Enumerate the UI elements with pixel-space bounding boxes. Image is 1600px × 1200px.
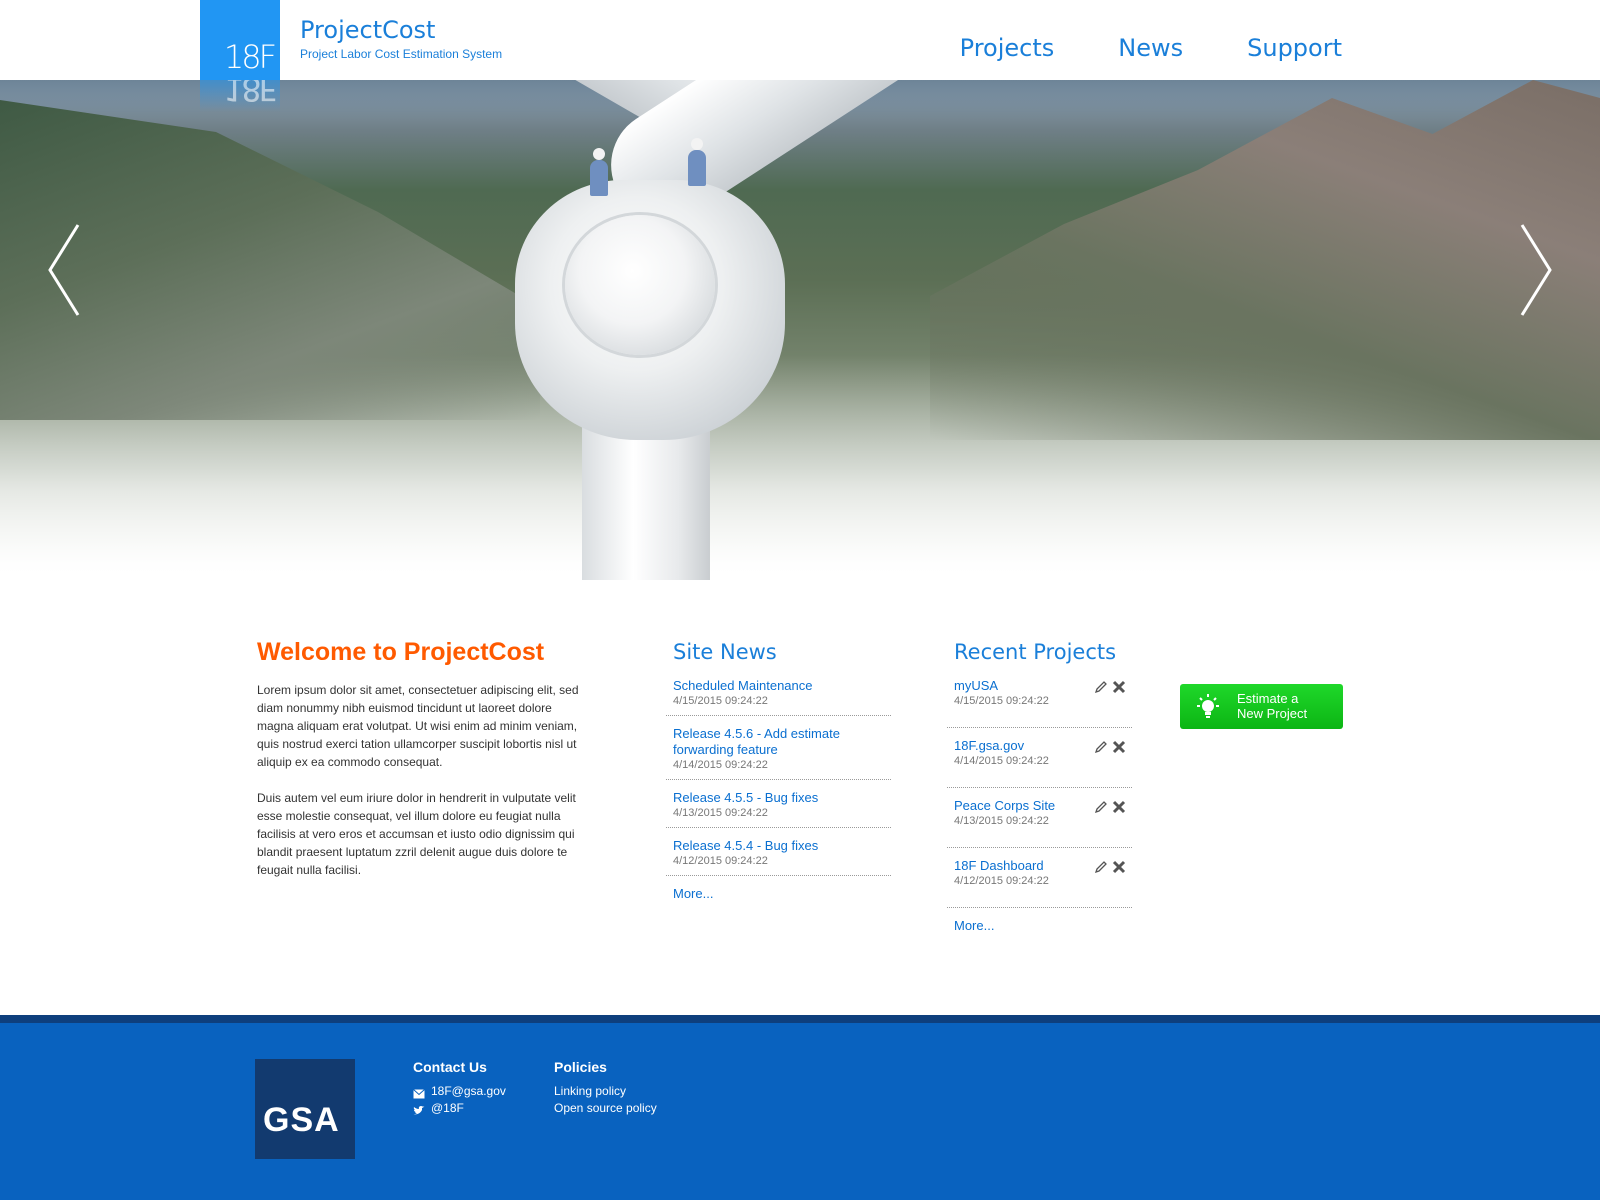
project-item-date: 4/15/2015 09:24:22 xyxy=(954,695,1049,707)
site-news-title: Site News xyxy=(673,640,777,664)
footer-twitter-link[interactable]: @18F xyxy=(413,1100,506,1117)
welcome-title: Welcome to ProjectCost xyxy=(257,638,545,666)
turbine-hub xyxy=(565,215,715,355)
project-item: myUSA 4/15/2015 09:24:22 xyxy=(947,678,1132,728)
news-item-title[interactable]: Release 4.5.5 - Bug fixes xyxy=(673,790,891,806)
footer-twitter-text: @18F xyxy=(431,1101,464,1115)
news-item-title[interactable]: Release 4.5.4 - Bug fixes xyxy=(673,838,891,854)
project-item: 18F Dashboard 4/12/2015 09:24:22 xyxy=(947,858,1132,908)
news-item-title[interactable]: Release 4.5.6 - Add estimate forwarding … xyxy=(673,726,891,758)
project-item: 18F.gsa.gov 4/14/2015 09:24:22 xyxy=(947,738,1132,788)
lightbulb-icon xyxy=(1194,693,1222,721)
project-item: Peace Corps Site 4/13/2015 09:24:22 xyxy=(947,798,1132,848)
site-header: 18F ProjectCost Project Labor Cost Estim… xyxy=(0,0,1600,80)
project-actions xyxy=(1094,860,1126,874)
site-title[interactable]: ProjectCost xyxy=(300,16,435,44)
nav-support[interactable]: Support xyxy=(1247,34,1342,62)
welcome-section: Welcome to ProjectCost Lorem ipsum dolor… xyxy=(257,638,587,897)
footer-policies-title: Policies xyxy=(554,1059,607,1075)
open-source-policy-link[interactable]: Open source policy xyxy=(554,1100,657,1117)
site-news-section: Site News Scheduled Maintenance 4/15/201… xyxy=(666,640,891,901)
project-item-date: 4/13/2015 09:24:22 xyxy=(954,815,1049,827)
project-item-date: 4/12/2015 09:24:22 xyxy=(954,875,1049,887)
footer-policies: Policies Linking policy Open source poli… xyxy=(554,1059,657,1117)
estimate-button-line1: Estimate a xyxy=(1237,691,1299,706)
linking-policy-link[interactable]: Linking policy xyxy=(554,1083,657,1100)
footer-contact-title: Contact Us xyxy=(413,1059,487,1075)
project-actions xyxy=(1094,680,1126,694)
news-item: Scheduled Maintenance 4/15/2015 09:24:22 xyxy=(666,678,891,716)
logo-reflection-text: 18F xyxy=(223,80,274,108)
logo-text: 18F xyxy=(223,38,277,76)
close-icon[interactable] xyxy=(1112,740,1126,754)
envelope-icon xyxy=(413,1087,425,1098)
gsa-logo-text: GSA xyxy=(263,1101,340,1139)
worker-figure xyxy=(688,138,706,186)
nav-projects[interactable]: Projects xyxy=(960,34,1055,62)
project-actions xyxy=(1094,800,1126,814)
pencil-icon[interactable] xyxy=(1094,680,1108,694)
welcome-paragraph: Lorem ipsum dolor sit amet, consectetuer… xyxy=(257,683,579,769)
recent-projects-title: Recent Projects xyxy=(954,640,1117,664)
site-footer: GSA Contact Us 18F@gsa.gov @18F Policies… xyxy=(0,1023,1600,1200)
news-item-date: 4/13/2015 09:24:22 xyxy=(673,807,768,819)
pencil-icon[interactable] xyxy=(1094,740,1108,754)
twitter-icon xyxy=(413,1104,425,1114)
news-item: Release 4.5.5 - Bug fixes 4/13/2015 09:2… xyxy=(666,790,891,828)
nav-news[interactable]: News xyxy=(1118,34,1183,62)
footer-email-text: 18F@gsa.gov xyxy=(431,1084,506,1098)
news-item: Release 4.5.4 - Bug fixes 4/12/2015 09:2… xyxy=(666,838,891,876)
estimate-button-label: Estimate a New Project xyxy=(1237,691,1337,721)
site-subtitle: Project Labor Cost Estimation System xyxy=(300,47,503,61)
main-nav: Projects News Support xyxy=(960,34,1342,62)
welcome-paragraph: Duis autem vel eum iriure dolor in hendr… xyxy=(257,791,576,877)
footer-divider xyxy=(0,1015,1600,1023)
hero-carousel xyxy=(0,80,1600,580)
close-icon[interactable] xyxy=(1112,680,1126,694)
chevron-right-icon[interactable] xyxy=(1510,220,1560,320)
project-item-date: 4/14/2015 09:24:22 xyxy=(954,755,1049,767)
pencil-icon[interactable] xyxy=(1094,860,1108,874)
news-more-link[interactable]: More... xyxy=(673,886,891,901)
footer-contact: Contact Us 18F@gsa.gov @18F xyxy=(413,1059,506,1117)
estimate-button-line2: New Project xyxy=(1237,706,1308,721)
hero-mountain-right xyxy=(930,80,1600,440)
worker-figure xyxy=(590,148,608,196)
logo-reflection: 18F xyxy=(200,80,280,112)
project-actions xyxy=(1094,740,1126,754)
close-icon[interactable] xyxy=(1112,860,1126,874)
close-icon[interactable] xyxy=(1112,800,1126,814)
pencil-icon[interactable] xyxy=(1094,800,1108,814)
footer-email-link[interactable]: 18F@gsa.gov xyxy=(413,1083,506,1100)
estimate-new-project-button[interactable]: Estimate a New Project xyxy=(1180,684,1343,729)
projects-more-link[interactable]: More... xyxy=(954,918,1132,933)
news-item-date: 4/14/2015 09:24:22 xyxy=(673,759,768,771)
recent-projects-section: Recent Projects myUSA 4/15/2015 09:24:22… xyxy=(947,640,1132,933)
news-item: Release 4.5.6 - Add estimate forwarding … xyxy=(666,726,891,780)
news-item-title[interactable]: Scheduled Maintenance xyxy=(673,678,891,694)
news-item-date: 4/15/2015 09:24:22 xyxy=(673,695,768,707)
news-item-date: 4/12/2015 09:24:22 xyxy=(673,855,768,867)
gsa-logo[interactable]: GSA xyxy=(255,1059,355,1159)
chevron-left-icon[interactable] xyxy=(40,220,90,320)
18f-logo[interactable]: 18F xyxy=(200,0,280,80)
